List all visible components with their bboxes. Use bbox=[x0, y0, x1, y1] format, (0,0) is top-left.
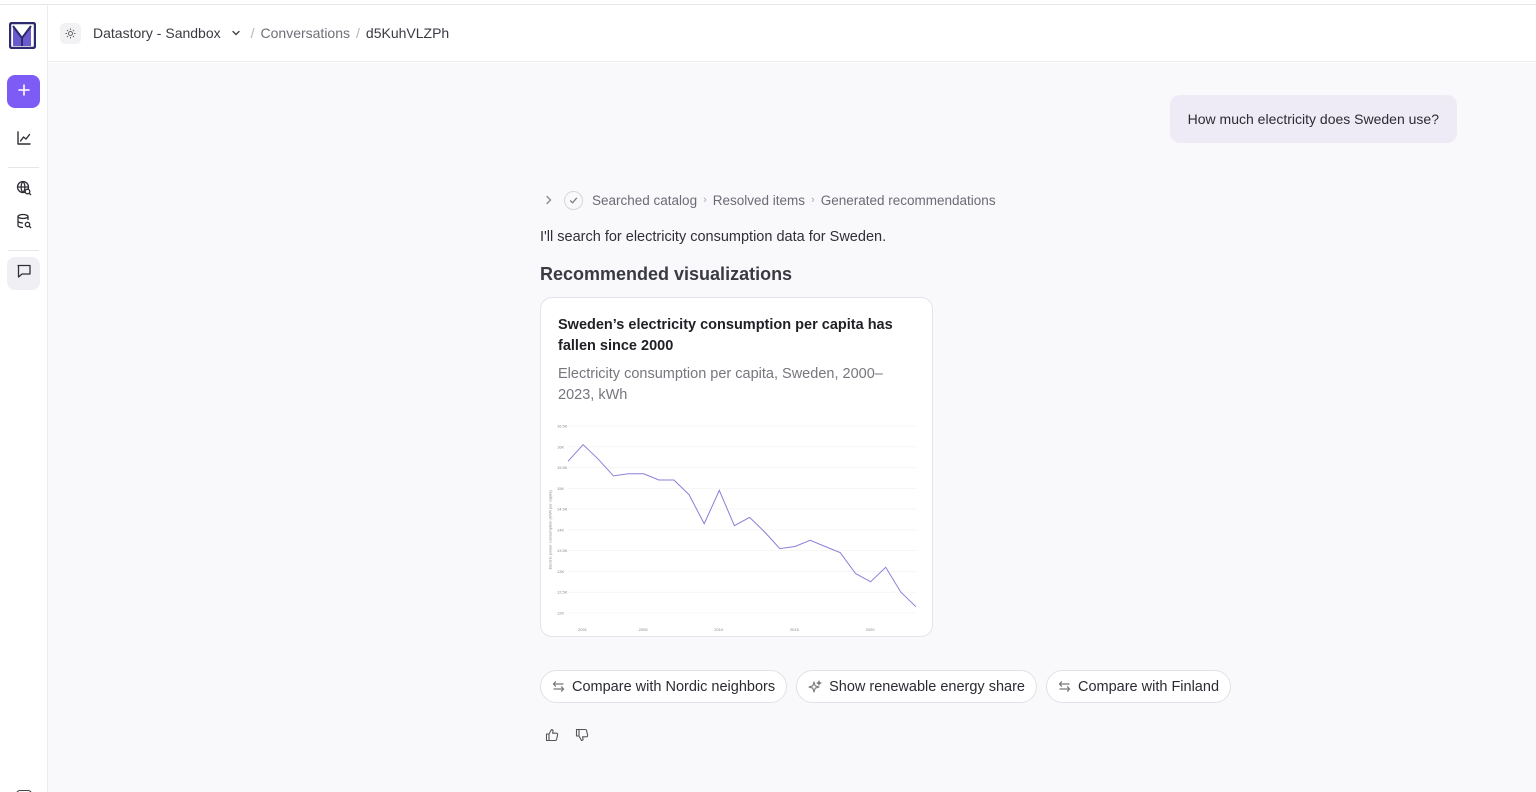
top-bar: Datastory - Sandbox / Conversations / d5… bbox=[48, 5, 1536, 62]
feedback-buttons bbox=[544, 727, 590, 743]
sidebar-item-conversations[interactable] bbox=[7, 257, 40, 290]
workspace-name[interactable]: Datastory - Sandbox bbox=[93, 25, 221, 41]
plus-icon bbox=[17, 83, 30, 101]
x-tick-label: 2001 bbox=[578, 627, 588, 632]
suggestion-label: Compare with Finland bbox=[1077, 678, 1220, 695]
breadcrumb-separator: / bbox=[250, 25, 255, 41]
globe-search-icon bbox=[16, 180, 32, 201]
y-axis-label: Electric power consumption (kWh per capi… bbox=[548, 489, 553, 569]
database-search-icon bbox=[16, 213, 32, 234]
thumbs-up-icon[interactable] bbox=[544, 727, 560, 743]
card-subtitle: Electricity consumption per capita, Swed… bbox=[558, 366, 883, 403]
suggestion-label: Compare with Nordic neighbors bbox=[572, 678, 776, 695]
y-tick-label: 15K bbox=[557, 486, 564, 491]
x-tick-label: 2015 bbox=[790, 627, 800, 632]
sidebar-item-explore[interactable] bbox=[7, 174, 40, 207]
step-label: Generated recommendations bbox=[820, 192, 996, 208]
x-tick-label: 2005 bbox=[639, 627, 649, 632]
sidebar-divider bbox=[8, 250, 39, 251]
compare-arrows-icon bbox=[1058, 680, 1071, 693]
y-tick-label: 13.5K bbox=[557, 548, 568, 553]
sidebar bbox=[0, 5, 48, 792]
x-tick-label: 2010 bbox=[714, 627, 724, 632]
card-title: Sweden’s electricity consumption per cap… bbox=[558, 317, 893, 354]
line-chart: 16.5K 16K 15.5K 15K 14.5K 14K 13.5K 13K 12.5K 12K… bbox=[548, 424, 917, 632]
chevron-down-icon[interactable] bbox=[231, 28, 241, 38]
x-tick-label: 2020 bbox=[866, 627, 876, 632]
thumbs-down-icon[interactable] bbox=[574, 727, 590, 743]
assistant-message: I'll search for electricity consumption … bbox=[540, 229, 887, 245]
sidebar-item-charts[interactable] bbox=[7, 124, 40, 157]
series-line bbox=[567, 443, 917, 608]
sidebar-item-data[interactable] bbox=[7, 207, 40, 240]
suggestion-chips: Compare with Nordic neighbors Show renew… bbox=[540, 670, 1232, 703]
y-tick-label: 16.5K bbox=[557, 424, 568, 429]
workspace-icon bbox=[60, 22, 81, 44]
conversation-area: How much electricity does Sweden use? Se… bbox=[48, 63, 1536, 792]
suggestion-label: Show renewable energy share bbox=[829, 678, 1025, 695]
app-logo[interactable] bbox=[8, 21, 37, 50]
y-tick-label: 14K bbox=[557, 527, 564, 532]
section-title: Recommended visualizations bbox=[540, 264, 793, 284]
chevron-right-icon[interactable] bbox=[540, 195, 556, 205]
step-separator: › bbox=[811, 194, 815, 206]
visualization-card[interactable]: Sweden’s electricity consumption per cap… bbox=[540, 297, 933, 637]
suggestion-renewable-share[interactable]: Show renewable energy share bbox=[796, 670, 1037, 703]
step-label: Searched catalog bbox=[592, 192, 698, 208]
compare-arrows-icon bbox=[552, 680, 565, 693]
step-separator: › bbox=[703, 194, 707, 206]
suggestion-compare-nordic[interactable]: Compare with Nordic neighbors bbox=[540, 670, 788, 703]
agent-steps: Searched catalog › Resolved items › Gene… bbox=[540, 190, 996, 210]
breadcrumb-current: d5KuhVLZPh bbox=[365, 25, 450, 41]
y-tick-label: 16K bbox=[557, 444, 564, 449]
breadcrumb-separator: / bbox=[356, 25, 360, 41]
breadcrumb-conversations[interactable]: Conversations bbox=[261, 25, 351, 41]
y-tick-label: 12.5K bbox=[557, 590, 568, 595]
check-icon bbox=[564, 190, 583, 210]
new-conversation-button[interactable] bbox=[7, 75, 40, 108]
sparkle-icon bbox=[808, 679, 822, 694]
suggestion-compare-finland[interactable]: Compare with Finland bbox=[1045, 670, 1232, 703]
y-tick-label: 12K bbox=[557, 611, 564, 616]
y-tick-label: 15.5K bbox=[557, 465, 568, 470]
chart-icon bbox=[16, 130, 32, 151]
y-tick-label: 13K bbox=[557, 569, 564, 574]
step-label: Resolved items bbox=[712, 192, 806, 208]
y-tick-label: 14.5K bbox=[557, 507, 568, 512]
sidebar-divider bbox=[8, 167, 39, 168]
user-message: How much electricity does Sweden use? bbox=[1169, 95, 1457, 143]
chat-icon bbox=[16, 263, 32, 284]
